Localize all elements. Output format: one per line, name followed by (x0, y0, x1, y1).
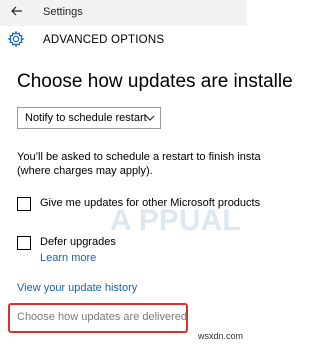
microsoft-products-checkbox[interactable] (17, 197, 31, 211)
description-line-1: You’ll be asked to schedule a restart to… (17, 151, 261, 163)
section-heading: Choose how updates are installe (17, 71, 293, 92)
app-title: Settings (43, 6, 83, 18)
page-title: ADVANCED OPTIONS (43, 34, 165, 46)
watermark-logo: A PPUALS (110, 204, 240, 237)
update-history-link[interactable]: View your update history (17, 282, 137, 294)
microsoft-products-label[interactable]: Give me updates for other Microsoft prod… (40, 197, 260, 209)
gear-icon (7, 30, 25, 48)
chevron-down-icon (145, 115, 155, 121)
defer-upgrades-label[interactable]: Defer upgrades (40, 236, 116, 248)
defer-upgrades-checkbox[interactable] (17, 236, 31, 250)
learn-more-link[interactable]: Learn more (40, 252, 96, 264)
description-text: You’ll be asked to schedule a restart to… (17, 150, 261, 178)
page-header: ADVANCED OPTIONS (0, 26, 247, 56)
watermark-site: wsxdn.com (198, 331, 244, 341)
description-line-2: (where charges may apply). (17, 165, 153, 177)
delivery-options-link[interactable]: Choose how updates are delivered (17, 311, 187, 323)
dropdown-value: Notify to schedule restart (25, 112, 147, 124)
arrow-left-icon[interactable] (9, 3, 25, 19)
title-bar: Settings (0, 0, 247, 26)
restart-mode-dropdown[interactable]: Notify to schedule restart (17, 107, 161, 129)
